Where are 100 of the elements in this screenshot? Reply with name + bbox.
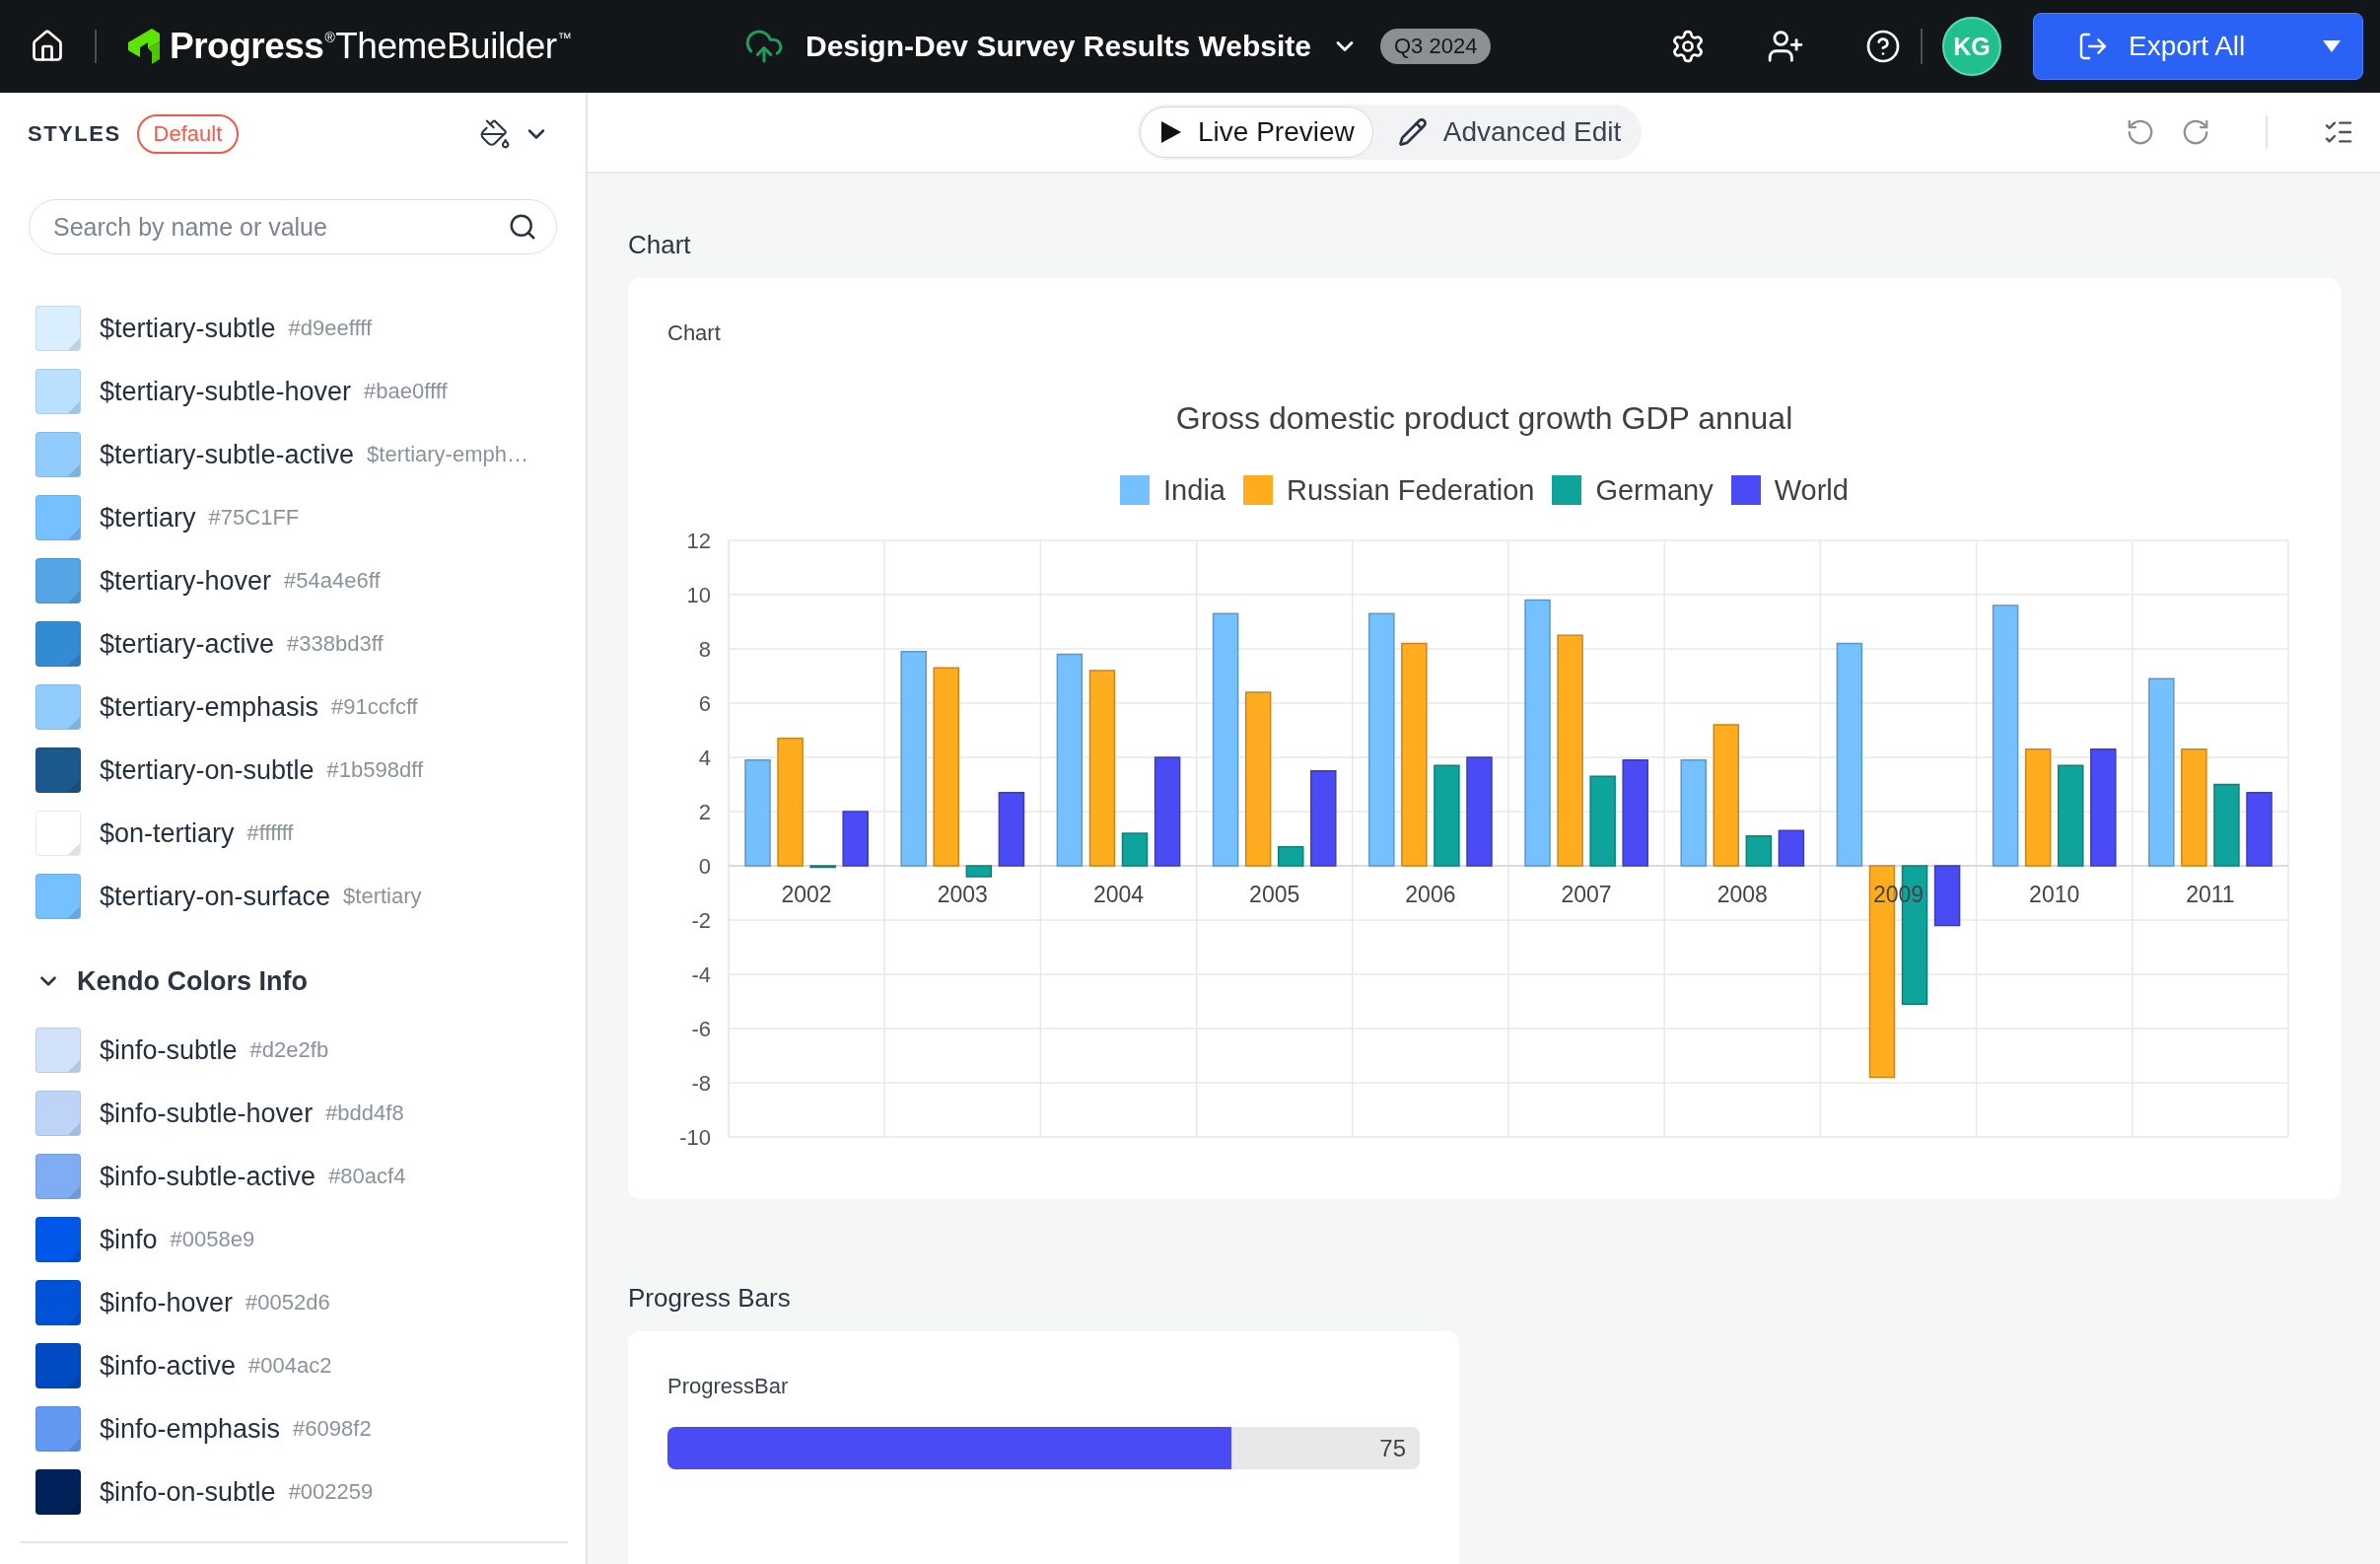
bar bbox=[1278, 846, 1304, 867]
legend-label: World bbox=[1774, 473, 1849, 507]
home-icon bbox=[30, 29, 65, 64]
variable-value: #ffffff bbox=[246, 820, 294, 846]
legend-label: Germany bbox=[1595, 473, 1714, 507]
color-swatch-icon[interactable] bbox=[35, 306, 81, 351]
color-swatch-icon[interactable] bbox=[35, 1028, 81, 1073]
variable-name: $info-hover bbox=[100, 1287, 234, 1318]
redo-button[interactable] bbox=[2181, 117, 2210, 147]
variable-value: #0058e9 bbox=[170, 1227, 255, 1252]
color-swatch-icon[interactable] bbox=[35, 621, 81, 667]
variable-name: $info bbox=[100, 1224, 158, 1255]
variable-name: $info-subtle-active bbox=[100, 1161, 316, 1192]
color-swatch-icon[interactable] bbox=[35, 1343, 81, 1388]
variable-value: #54a4e6ff bbox=[284, 568, 381, 594]
bar bbox=[1745, 835, 1773, 867]
axis-label: 2010 bbox=[2029, 882, 2080, 907]
axis-label: -8 bbox=[691, 1070, 711, 1096]
variable-value: #004ac2 bbox=[248, 1353, 332, 1379]
variable-name: $tertiary-subtle-active bbox=[100, 439, 355, 470]
variable-value: #1b598dff bbox=[326, 757, 424, 783]
redo-icon bbox=[2181, 117, 2210, 147]
logo-icon bbox=[126, 29, 162, 64]
variable-name: $tertiary-active bbox=[100, 628, 275, 660]
axis-label: 4 bbox=[698, 745, 711, 770]
axis-label: 2008 bbox=[1716, 882, 1768, 907]
color-swatch-icon[interactable] bbox=[35, 1217, 81, 1262]
variable-value: #bdd4f8 bbox=[325, 1101, 404, 1126]
axis-label: 2011 bbox=[2186, 882, 2235, 907]
settings-icon bbox=[1670, 29, 1706, 64]
variable-value: #6098f2 bbox=[293, 1416, 372, 1442]
logo-text: Progress$^{®}$ThemeBuilder$^{™}$ bbox=[170, 26, 573, 67]
mode-tab[interactable]: Live Preview bbox=[1140, 107, 1373, 158]
color-swatch-icon[interactable] bbox=[35, 432, 81, 477]
color-swatch-icon[interactable] bbox=[35, 1406, 81, 1452]
legend-label: India bbox=[1163, 473, 1225, 507]
axis-label: 2006 bbox=[1405, 882, 1456, 907]
card-title: ProgressBar bbox=[667, 1373, 790, 1400]
undo-icon bbox=[2126, 117, 2155, 147]
card-title: Chart bbox=[667, 320, 722, 347]
axis-label: 2005 bbox=[1249, 882, 1300, 907]
bar bbox=[842, 811, 869, 867]
section-heading: Progress Bars bbox=[628, 1282, 792, 1314]
color-swatch-icon[interactable] bbox=[35, 495, 81, 540]
pencil-icon bbox=[1397, 117, 1428, 147]
variable-name: $tertiary-subtle bbox=[100, 313, 276, 344]
color-swatch-icon[interactable] bbox=[35, 1469, 81, 1515]
variable-value: #338bd3ff bbox=[287, 631, 384, 657]
variable-value: #d2e2fb bbox=[249, 1037, 329, 1063]
caret-icon bbox=[2323, 40, 2341, 52]
color-swatch-icon[interactable] bbox=[35, 1280, 81, 1325]
color-swatch-icon[interactable] bbox=[35, 558, 81, 604]
bar bbox=[1121, 832, 1149, 867]
chart-title: Gross domestic product growth GDP annual bbox=[1175, 399, 1793, 438]
color-swatch-icon[interactable] bbox=[35, 369, 81, 414]
undo-button[interactable] bbox=[2126, 117, 2155, 147]
color-swatch-icon[interactable] bbox=[35, 1154, 81, 1199]
legend-label: Russian Federation bbox=[1286, 473, 1535, 507]
search-icon bbox=[508, 212, 537, 242]
axis-label: 2002 bbox=[781, 882, 832, 907]
variable-value: #d9eeffff bbox=[288, 316, 372, 341]
variable-value: #002259 bbox=[288, 1479, 374, 1505]
group-toggle[interactable]: Kendo Colors Info bbox=[0, 950, 308, 1013]
help-icon bbox=[1865, 29, 1901, 64]
axis-label: 12 bbox=[686, 528, 711, 553]
export-button[interactable]: Export All bbox=[2033, 13, 2363, 80]
help-button[interactable] bbox=[1865, 29, 1901, 64]
variable-name: $tertiary-subtle-hover bbox=[100, 376, 352, 407]
variable-value: $tertiary bbox=[343, 884, 422, 909]
sidebar-title: STYLES bbox=[28, 121, 121, 147]
style-badge: Default bbox=[136, 114, 240, 154]
add-user-button[interactable] bbox=[1767, 28, 1804, 65]
user-plus-icon bbox=[1767, 28, 1804, 65]
color-swatch-icon[interactable] bbox=[35, 1091, 81, 1136]
color-swatch-icon[interactable] bbox=[35, 874, 81, 919]
bar bbox=[809, 865, 836, 869]
search-field[interactable]: Search by name or value bbox=[29, 199, 557, 254]
axis-label: 10 bbox=[686, 582, 711, 607]
progress-value: 75 bbox=[1379, 1434, 1406, 1462]
variable-value: #bae0ffff bbox=[364, 379, 448, 404]
project-switcher[interactable]: Design-Dev Survey Results Website bbox=[805, 30, 1359, 63]
axis-label: -10 bbox=[679, 1124, 711, 1150]
axis-label: 2007 bbox=[1561, 882, 1612, 907]
settings-button[interactable] bbox=[1670, 29, 1706, 64]
play-icon bbox=[1160, 120, 1182, 144]
variable-name: $tertiary-hover bbox=[100, 565, 272, 597]
home-button[interactable] bbox=[30, 29, 65, 64]
color-swatch-icon[interactable] bbox=[35, 684, 81, 730]
axis-label: 2003 bbox=[937, 882, 988, 907]
variable-name: $info-emphasis bbox=[100, 1413, 281, 1445]
color-swatch-icon[interactable] bbox=[35, 747, 81, 793]
variable-value: #80acf4 bbox=[328, 1164, 406, 1189]
axis-label: 2004 bbox=[1092, 882, 1145, 907]
axis-label: 2 bbox=[698, 799, 711, 824]
axis-label: -2 bbox=[691, 907, 711, 933]
mode-tab[interactable]: Advanced Edit bbox=[1376, 107, 1641, 158]
paint-bucket-icon bbox=[479, 118, 511, 150]
section-heading: Chart bbox=[628, 229, 692, 260]
color-swatch-icon[interactable] bbox=[35, 811, 81, 856]
variable-name: $tertiary-on-subtle bbox=[100, 754, 315, 786]
